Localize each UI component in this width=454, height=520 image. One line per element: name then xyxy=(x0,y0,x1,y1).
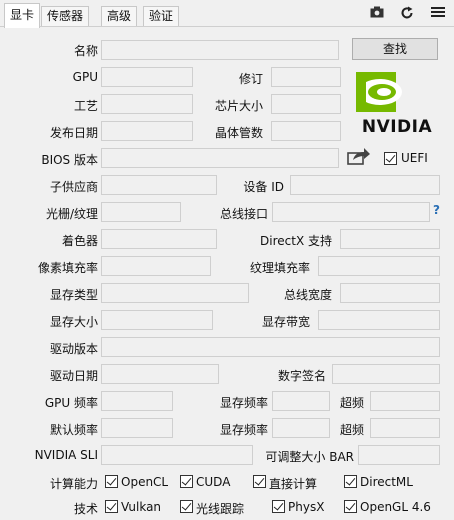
share-icon[interactable] xyxy=(347,147,371,165)
gpu-field[interactable] xyxy=(101,67,193,87)
opengl-label: OpenGL 4.6 xyxy=(360,500,431,514)
transistors-label: 晶体管数 xyxy=(214,126,263,140)
bios-field[interactable] xyxy=(101,148,339,168)
device-id-field[interactable] xyxy=(290,175,440,195)
texture-fillrate-label: 纹理填充率 xyxy=(249,261,310,275)
gpu-label: GPU xyxy=(72,70,98,84)
subvendor-field[interactable] xyxy=(101,175,217,195)
process-field[interactable] xyxy=(101,94,193,114)
gpu-clock-field[interactable] xyxy=(101,391,173,411)
technologies-label: 技术 xyxy=(73,502,98,516)
release-date-field[interactable] xyxy=(101,121,193,141)
default-memory-field[interactable] xyxy=(272,418,330,438)
boost-clock-label: 超频 xyxy=(339,396,364,410)
resizable-bar-field[interactable] xyxy=(358,445,440,465)
help-icon[interactable]: ? xyxy=(433,203,440,217)
subvendor-label: 子供应商 xyxy=(49,180,98,194)
gpu-clock-label: GPU 频率 xyxy=(44,396,98,410)
tab-sensors[interactable]: 传感器 xyxy=(41,6,90,27)
transistors-field[interactable] xyxy=(271,121,341,141)
pixel-fillrate-label: 像素填充率 xyxy=(37,261,98,275)
memory-size-field[interactable] xyxy=(101,310,213,330)
directml-checkbox[interactable] xyxy=(344,475,357,488)
physx-label: PhysX xyxy=(288,500,325,514)
release-date-label: 发布日期 xyxy=(49,126,98,140)
pixel-fillrate-field[interactable] xyxy=(101,256,211,276)
opencl-checkbox[interactable] xyxy=(105,475,118,488)
driver-version-label: 驱动版本 xyxy=(49,342,98,356)
bus-interface-label: 总线接口 xyxy=(219,207,268,221)
computing-label: 计算能力 xyxy=(49,477,98,491)
sli-label: NVIDIA SLI xyxy=(34,448,98,462)
digital-signature-field[interactable] xyxy=(332,364,440,384)
tab-advanced[interactable]: 高级 xyxy=(101,6,138,27)
vulkan-checkbox[interactable] xyxy=(105,500,118,513)
bus-interface-field[interactable] xyxy=(272,202,430,222)
menu-icon[interactable] xyxy=(430,6,446,22)
uefi-checkbox[interactable] xyxy=(384,152,397,165)
ray-tracing-checkbox[interactable] xyxy=(180,500,193,513)
default-memory-label: 显存频率 xyxy=(219,423,268,437)
device-id-label: 设备 ID xyxy=(243,180,284,194)
name-label: 名称 xyxy=(73,44,98,58)
default-boost-field[interactable] xyxy=(370,418,440,438)
directcompute-label: 直接计算 xyxy=(269,477,318,491)
memory-type-field[interactable] xyxy=(101,283,249,303)
process-label: 工艺 xyxy=(73,99,98,113)
memory-clock-field[interactable] xyxy=(272,391,330,411)
driver-version-field[interactable] xyxy=(101,337,440,357)
driver-date-field[interactable] xyxy=(101,364,219,384)
tab-validation[interactable]: 验证 xyxy=(143,6,180,27)
bandwidth-label: 显存带宽 xyxy=(261,315,310,329)
physx-checkbox[interactable] xyxy=(272,500,285,513)
sli-field[interactable] xyxy=(101,445,253,465)
revision-label: 修订 xyxy=(238,72,263,86)
bandwidth-field[interactable] xyxy=(318,310,440,330)
memory-type-label: 显存类型 xyxy=(49,288,98,302)
memory-clock-label: 显存频率 xyxy=(219,396,268,410)
digital-signature-label: 数字签名 xyxy=(277,369,326,383)
refresh-icon[interactable] xyxy=(399,6,415,22)
uefi-label: UEFI xyxy=(401,151,428,165)
cuda-checkbox[interactable] xyxy=(180,475,193,488)
directx-label: DirectX 支持 xyxy=(260,234,332,248)
revision-field[interactable] xyxy=(271,67,341,87)
bus-width-label: 总线宽度 xyxy=(283,288,332,302)
rops-tmus-field[interactable] xyxy=(101,202,181,222)
directx-field[interactable] xyxy=(340,229,440,249)
default-boost-label: 超频 xyxy=(339,423,364,437)
driver-date-label: 驱动日期 xyxy=(49,369,98,383)
boost-clock-field[interactable] xyxy=(370,391,440,411)
default-clock-field[interactable] xyxy=(101,418,173,438)
opencl-label: OpenCL xyxy=(121,475,169,489)
directml-label: DirectML xyxy=(360,475,413,489)
lookup-button[interactable]: 查找 xyxy=(352,38,438,60)
bus-width-field[interactable] xyxy=(340,283,440,303)
shaders-field[interactable] xyxy=(101,229,217,249)
vulkan-label: Vulkan xyxy=(121,500,162,514)
default-clock-label: 默认频率 xyxy=(49,423,98,437)
shaders-label: 着色器 xyxy=(61,234,98,248)
rops-tmus-label: 光栅/纹理 xyxy=(45,207,98,221)
memory-size-label: 显存大小 xyxy=(49,315,98,329)
texture-fillrate-field[interactable] xyxy=(318,256,440,276)
opengl-checkbox[interactable] xyxy=(344,500,357,513)
tab-divider xyxy=(0,26,454,27)
die-size-label: 芯片大小 xyxy=(214,99,263,113)
camera-icon[interactable] xyxy=(369,6,385,22)
die-size-field[interactable] xyxy=(271,94,341,114)
tab-graphics-card[interactable]: 显卡 xyxy=(4,3,41,28)
name-field[interactable] xyxy=(101,40,339,60)
tab-bar: 显卡 传感器 高级 验证 xyxy=(0,0,454,28)
resizable-bar-label: 可调整大小 BAR xyxy=(265,450,354,464)
cuda-label: CUDA xyxy=(196,475,231,489)
bios-label: BIOS 版本 xyxy=(41,153,98,167)
ray-tracing-label: 光线跟踪 xyxy=(196,502,245,516)
directcompute-checkbox[interactable] xyxy=(253,475,266,488)
nvidia-wordmark: NVIDIA xyxy=(361,117,433,137)
